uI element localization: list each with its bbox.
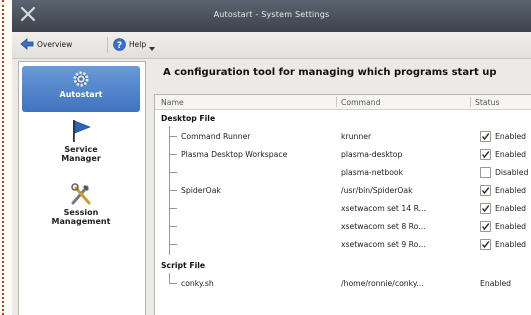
sidebar-item-service-manager[interactable]: Service Manager bbox=[22, 119, 140, 175]
tree-branch bbox=[169, 190, 177, 191]
window-title: Autostart - System Settings bbox=[213, 10, 330, 19]
row-command: xsetwacom set 14 R... bbox=[341, 204, 426, 213]
row-name: SpiderOak bbox=[181, 186, 221, 195]
row-status: Enabled bbox=[495, 150, 527, 159]
svg-text:?: ? bbox=[117, 41, 122, 51]
row-command: xsetwacom set 8 Ro... bbox=[341, 222, 426, 231]
table-row[interactable]: SpiderOak /usr/bin/SpiderOak Enabled bbox=[155, 182, 531, 200]
row-command: xsetwacom set 9 Ro... bbox=[341, 240, 426, 249]
row-status: Enabled bbox=[495, 132, 527, 141]
sidebar-item-session-management[interactable]: Session Management bbox=[22, 182, 140, 242]
sidebar-item-label: Autostart bbox=[59, 90, 103, 99]
enabled-checkbox[interactable] bbox=[480, 239, 491, 250]
row-status: Disabled bbox=[495, 168, 529, 177]
sidebar-item-autostart[interactable]: Autostart bbox=[22, 66, 140, 112]
column-divider bbox=[336, 97, 337, 107]
overview-button[interactable]: Overview bbox=[20, 38, 72, 50]
checkmark-icon bbox=[481, 223, 490, 231]
table-header: Name Command Status bbox=[155, 95, 531, 110]
table-row[interactable]: plasma-netbook Disabled bbox=[155, 164, 531, 182]
checkmark-icon bbox=[481, 187, 490, 195]
row-status: Enabled bbox=[495, 222, 527, 231]
tree-branch bbox=[169, 172, 177, 173]
tools-icon bbox=[71, 183, 91, 205]
sidebar-item-label: Service bbox=[64, 145, 98, 154]
settings-window: Autostart - System Settings Overview ? H… bbox=[12, 0, 531, 315]
page-description: A configuration tool for managing which … bbox=[163, 67, 497, 78]
help-button[interactable]: ? Help bbox=[113, 38, 156, 51]
row-name: Command Runner bbox=[181, 132, 251, 141]
checkmark-icon bbox=[481, 133, 490, 141]
tree-branch bbox=[169, 283, 177, 284]
table-row[interactable]: xsetwacom set 14 R... Enabled bbox=[155, 200, 531, 218]
column-divider bbox=[470, 97, 471, 107]
row-command: krunner bbox=[341, 132, 372, 141]
sidebar-item-label: Manager bbox=[61, 154, 101, 163]
chevron-down-icon bbox=[149, 46, 156, 51]
title-bar: Autostart - System Settings bbox=[12, 0, 531, 32]
page-margin-left bbox=[2, 0, 4, 315]
tree-branch bbox=[169, 136, 177, 137]
gear-icon bbox=[73, 71, 89, 87]
row-command: plasma-netbook bbox=[341, 168, 404, 177]
row-status: Enabled bbox=[495, 204, 527, 213]
table-row[interactable]: Plasma Desktop Workspace plasma-desktop … bbox=[155, 146, 531, 164]
column-header-name[interactable]: Name bbox=[161, 98, 184, 107]
group-row-desktop[interactable]: Desktop File bbox=[155, 110, 531, 128]
checkmark-icon bbox=[481, 241, 490, 249]
checkmark-icon bbox=[481, 205, 490, 213]
autostart-table: Name Command Status Desktop File Command… bbox=[154, 94, 531, 315]
table-row[interactable]: xsetwacom set 9 Ro... Enabled bbox=[155, 236, 531, 254]
group-label: Desktop File bbox=[161, 114, 216, 123]
help-label: Help bbox=[129, 40, 147, 49]
toolbar: Overview ? Help bbox=[12, 32, 531, 59]
toolbar-separator bbox=[107, 37, 108, 53]
tree-branch bbox=[169, 208, 177, 209]
row-name: conky.sh bbox=[181, 279, 214, 288]
enabled-checkbox[interactable] bbox=[480, 131, 491, 142]
tree-branch bbox=[169, 244, 177, 245]
row-command: plasma-desktop bbox=[341, 150, 403, 159]
row-command: /home/ronnie/conky... bbox=[341, 279, 424, 288]
table-row[interactable]: conky.sh /home/ronnie/conky... Enabled bbox=[155, 275, 531, 293]
enabled-checkbox[interactable] bbox=[480, 221, 491, 232]
row-command: /usr/bin/SpiderOak bbox=[341, 186, 413, 195]
row-status: Enabled bbox=[495, 186, 527, 195]
column-header-command[interactable]: Command bbox=[341, 98, 381, 107]
back-arrow-icon bbox=[20, 38, 34, 50]
enabled-checkbox[interactable] bbox=[480, 185, 491, 196]
sidebar: Autostart Service Manager Session Manage… bbox=[18, 61, 146, 315]
enabled-checkbox[interactable] bbox=[480, 203, 491, 214]
row-status: Enabled bbox=[480, 279, 512, 288]
group-row-script[interactable]: Script File bbox=[155, 257, 531, 275]
checkmark-icon bbox=[481, 151, 490, 159]
group-label: Script File bbox=[161, 261, 206, 270]
tree-branch bbox=[169, 226, 177, 227]
row-name: Plasma Desktop Workspace bbox=[181, 150, 288, 159]
sidebar-item-label: Session bbox=[63, 208, 99, 217]
enabled-checkbox[interactable] bbox=[480, 149, 491, 160]
row-status: Enabled bbox=[495, 240, 527, 249]
sidebar-item-label: Management bbox=[51, 217, 111, 226]
help-icon: ? bbox=[113, 38, 126, 51]
tree-branch bbox=[169, 154, 177, 155]
disabled-checkbox[interactable] bbox=[480, 167, 491, 178]
column-header-status[interactable]: Status bbox=[475, 98, 500, 107]
flag-icon bbox=[73, 120, 91, 142]
table-row[interactable]: xsetwacom set 8 Ro... Enabled bbox=[155, 218, 531, 236]
overview-label: Overview bbox=[37, 39, 73, 49]
table-row[interactable]: Command Runner krunner Enabled bbox=[155, 128, 531, 146]
